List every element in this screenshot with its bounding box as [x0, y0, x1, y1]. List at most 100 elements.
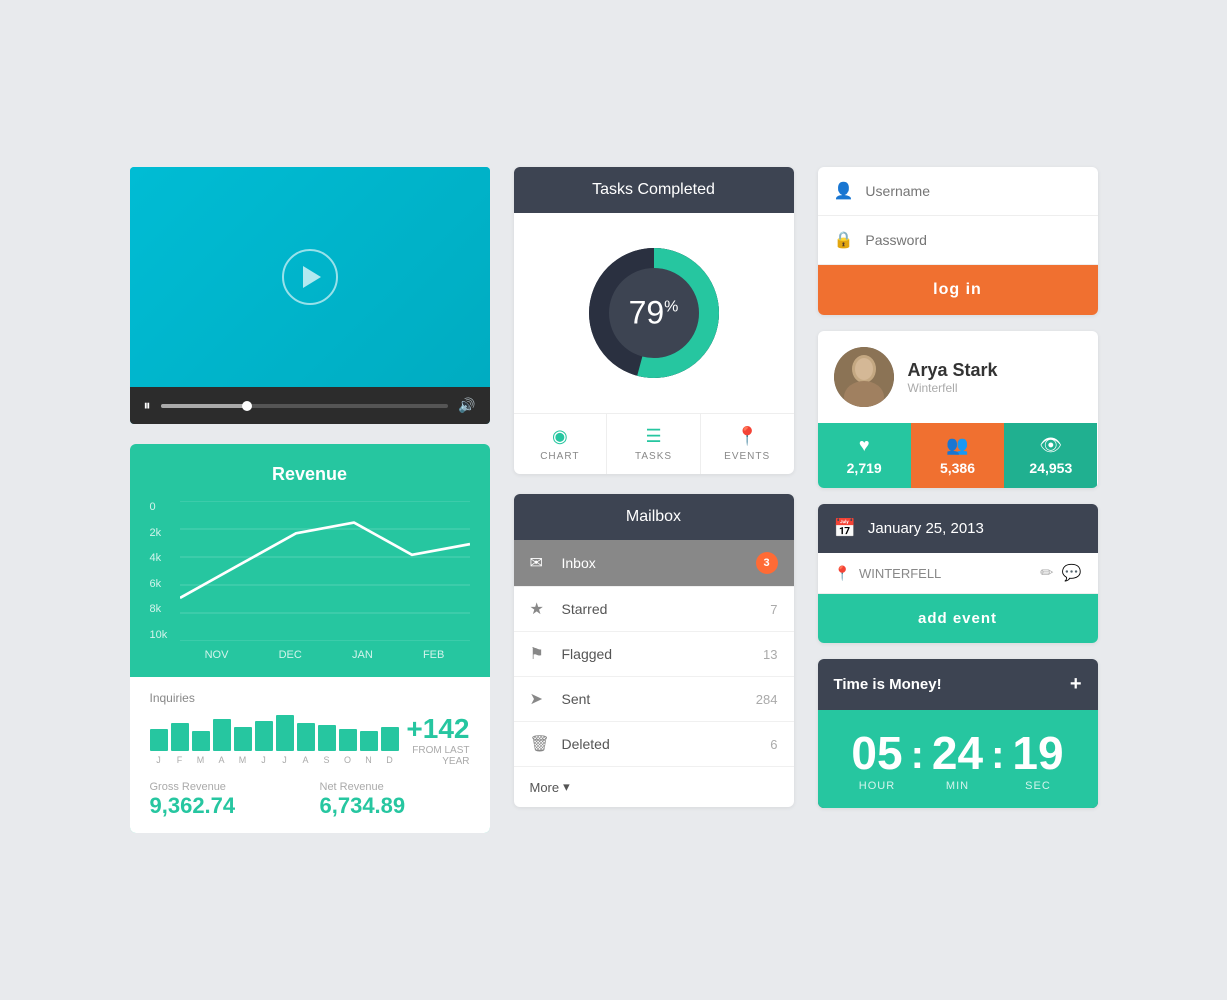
- timer-seconds: 19 SEC: [1012, 730, 1063, 792]
- bar-j: [150, 729, 168, 751]
- inbox-badge: 3: [756, 552, 778, 574]
- flagged-icon: ⚑: [530, 644, 550, 664]
- timer-body: 05 HOUR : 24 MIN : 19 SEC: [818, 710, 1098, 808]
- sec-label: SEC: [1025, 780, 1051, 792]
- stat-views[interactable]: 👁 24,953: [1004, 423, 1097, 488]
- bar-a: [213, 719, 231, 751]
- profile-location: Winterfell: [908, 381, 998, 395]
- bar-s: [318, 725, 336, 751]
- video-screen[interactable]: [130, 167, 490, 387]
- chart-icon: ◉: [552, 426, 568, 447]
- pause-button[interactable]: ⏸: [144, 397, 151, 414]
- stat-likes[interactable]: ♥ 2,719: [818, 423, 911, 488]
- deleted-count: 6: [770, 737, 777, 752]
- sent-icon: ➤: [530, 689, 550, 709]
- bar-d: [381, 727, 399, 751]
- profile-text: Arya Stark Winterfell: [908, 360, 998, 395]
- bar-j2: [255, 721, 273, 751]
- calendar-icon: 📅: [834, 518, 856, 539]
- avatar-image: [834, 347, 894, 407]
- volume-icon[interactable]: 🔊: [458, 397, 475, 414]
- timer-plus-button[interactable]: +: [1070, 673, 1082, 696]
- mail-item-deleted[interactable]: 🗑 Deleted 6: [514, 722, 794, 767]
- mail-item-starred[interactable]: ★ Starred 7: [514, 587, 794, 632]
- tab-events-label: EVENTS: [724, 451, 770, 462]
- gross-label: Gross Revenue: [150, 781, 300, 793]
- inq-x-labels: JFM AMJ JAS OND: [150, 755, 399, 765]
- revenue-card: Revenue 10k 8k 6k 4k 2k 0: [130, 444, 490, 833]
- username-input[interactable]: [865, 183, 1081, 199]
- stat-followers[interactable]: 👥 5,386: [911, 423, 1004, 488]
- user-icon: 👤: [834, 181, 854, 201]
- deleted-label: Deleted: [562, 736, 771, 752]
- revenue-stats: Gross Revenue 9,362.74 Net Revenue 6,734…: [150, 781, 470, 819]
- tab-chart[interactable]: ◉ CHART: [514, 414, 608, 474]
- tab-events[interactable]: 📍 EVENTS: [701, 414, 794, 474]
- column-1: ⏸ 🔊 Revenue 10k 8k 6k 4k 2k 0: [130, 167, 490, 833]
- gross-revenue: Gross Revenue 9,362.74: [150, 781, 300, 819]
- add-event-button[interactable]: add event: [818, 594, 1098, 643]
- events-icon: 📍: [736, 426, 758, 447]
- tab-chart-label: CHART: [540, 451, 579, 462]
- net-value: 6,734.89: [320, 793, 470, 819]
- mail-item-flagged[interactable]: ⚑ Flagged 13: [514, 632, 794, 677]
- net-revenue: Net Revenue 6,734.89: [320, 781, 470, 819]
- flagged-label: Flagged: [562, 646, 764, 662]
- tasks-tabs: ◉ CHART ☰ TASKS 📍 EVENTS: [514, 413, 794, 474]
- followers-icon: 👥: [946, 435, 968, 456]
- video-controls: ⏸ 🔊: [130, 387, 490, 424]
- calendar-header: 📅 January 25, 2013: [818, 504, 1098, 553]
- mailbox-card: Mailbox ✉ Inbox 3 ★ Starred 7 ⚑ Flagged …: [514, 494, 794, 807]
- flagged-count: 13: [763, 647, 777, 662]
- min-value: 24: [932, 730, 983, 776]
- likes-value: 2,719: [847, 460, 882, 476]
- revenue-title: Revenue: [150, 464, 470, 485]
- x-axis-labels: NOV DEC JAN FEB: [180, 649, 470, 661]
- chart-area: 10k 8k 6k 4k 2k 0: [150, 501, 470, 661]
- followers-value: 5,386: [940, 460, 975, 476]
- play-button[interactable]: [282, 249, 338, 305]
- login-card: 👤 🔒 log in: [818, 167, 1098, 315]
- progress-bar[interactable]: [161, 404, 449, 408]
- tab-tasks-label: TASKS: [635, 451, 672, 462]
- username-field-container: 👤: [818, 167, 1098, 216]
- inquiries-bars: [150, 715, 399, 751]
- password-input[interactable]: [865, 232, 1081, 248]
- mail-more-button[interactable]: More ▾: [514, 767, 794, 807]
- bar-n: [360, 731, 378, 751]
- inq-from-label: FROM LAST YEAR: [399, 745, 470, 767]
- colon-1: :: [911, 733, 924, 778]
- tasks-body: 79%: [514, 213, 794, 413]
- mail-item-inbox[interactable]: ✉ Inbox 3: [514, 540, 794, 587]
- starred-icon: ★: [530, 599, 550, 619]
- login-button[interactable]: log in: [818, 265, 1098, 315]
- inbox-label: Inbox: [562, 555, 756, 571]
- donut-percent: 79: [629, 295, 665, 332]
- profile-stats: ♥ 2,719 👥 5,386 👁 24,953: [818, 423, 1098, 488]
- tasks-icon: ☰: [645, 426, 661, 447]
- calendar-date: January 25, 2013: [868, 520, 984, 537]
- hour-value: 05: [851, 730, 902, 776]
- more-label: More: [530, 780, 560, 795]
- views-value: 24,953: [1029, 460, 1072, 476]
- mail-item-sent[interactable]: ➤ Sent 284: [514, 677, 794, 722]
- inquiries-row: JFM AMJ JAS OND +142 FROM LAST YEAR: [150, 713, 470, 767]
- password-field-container: 🔒: [818, 216, 1098, 265]
- calendar-card: 📅 January 25, 2013 📍 WINTERFELL ✏ 💬 add …: [818, 504, 1098, 643]
- timer-card: Time is Money! + 05 HOUR : 24 MIN : 19 S…: [818, 659, 1098, 808]
- mailbox-header: Mailbox: [514, 494, 794, 540]
- line-chart: [180, 501, 470, 641]
- chat-icon[interactable]: 💬: [1062, 563, 1082, 583]
- progress-thumb: [242, 401, 252, 411]
- inquiries-section: Inquiries: [130, 677, 490, 833]
- bar-o: [339, 729, 357, 751]
- bar-a2: [297, 723, 315, 751]
- tab-tasks[interactable]: ☰ TASKS: [607, 414, 701, 474]
- profile-name: Arya Stark: [908, 360, 998, 381]
- progress-fill: [161, 404, 247, 408]
- location-pin-icon: 📍: [834, 565, 851, 582]
- edit-icon[interactable]: ✏: [1040, 563, 1053, 583]
- calendar-location: WINTERFELL: [859, 566, 1032, 581]
- profile-card: Arya Stark Winterfell ♥ 2,719 👥 5,386 👁 …: [818, 331, 1098, 488]
- gross-value: 9,362.74: [150, 793, 300, 819]
